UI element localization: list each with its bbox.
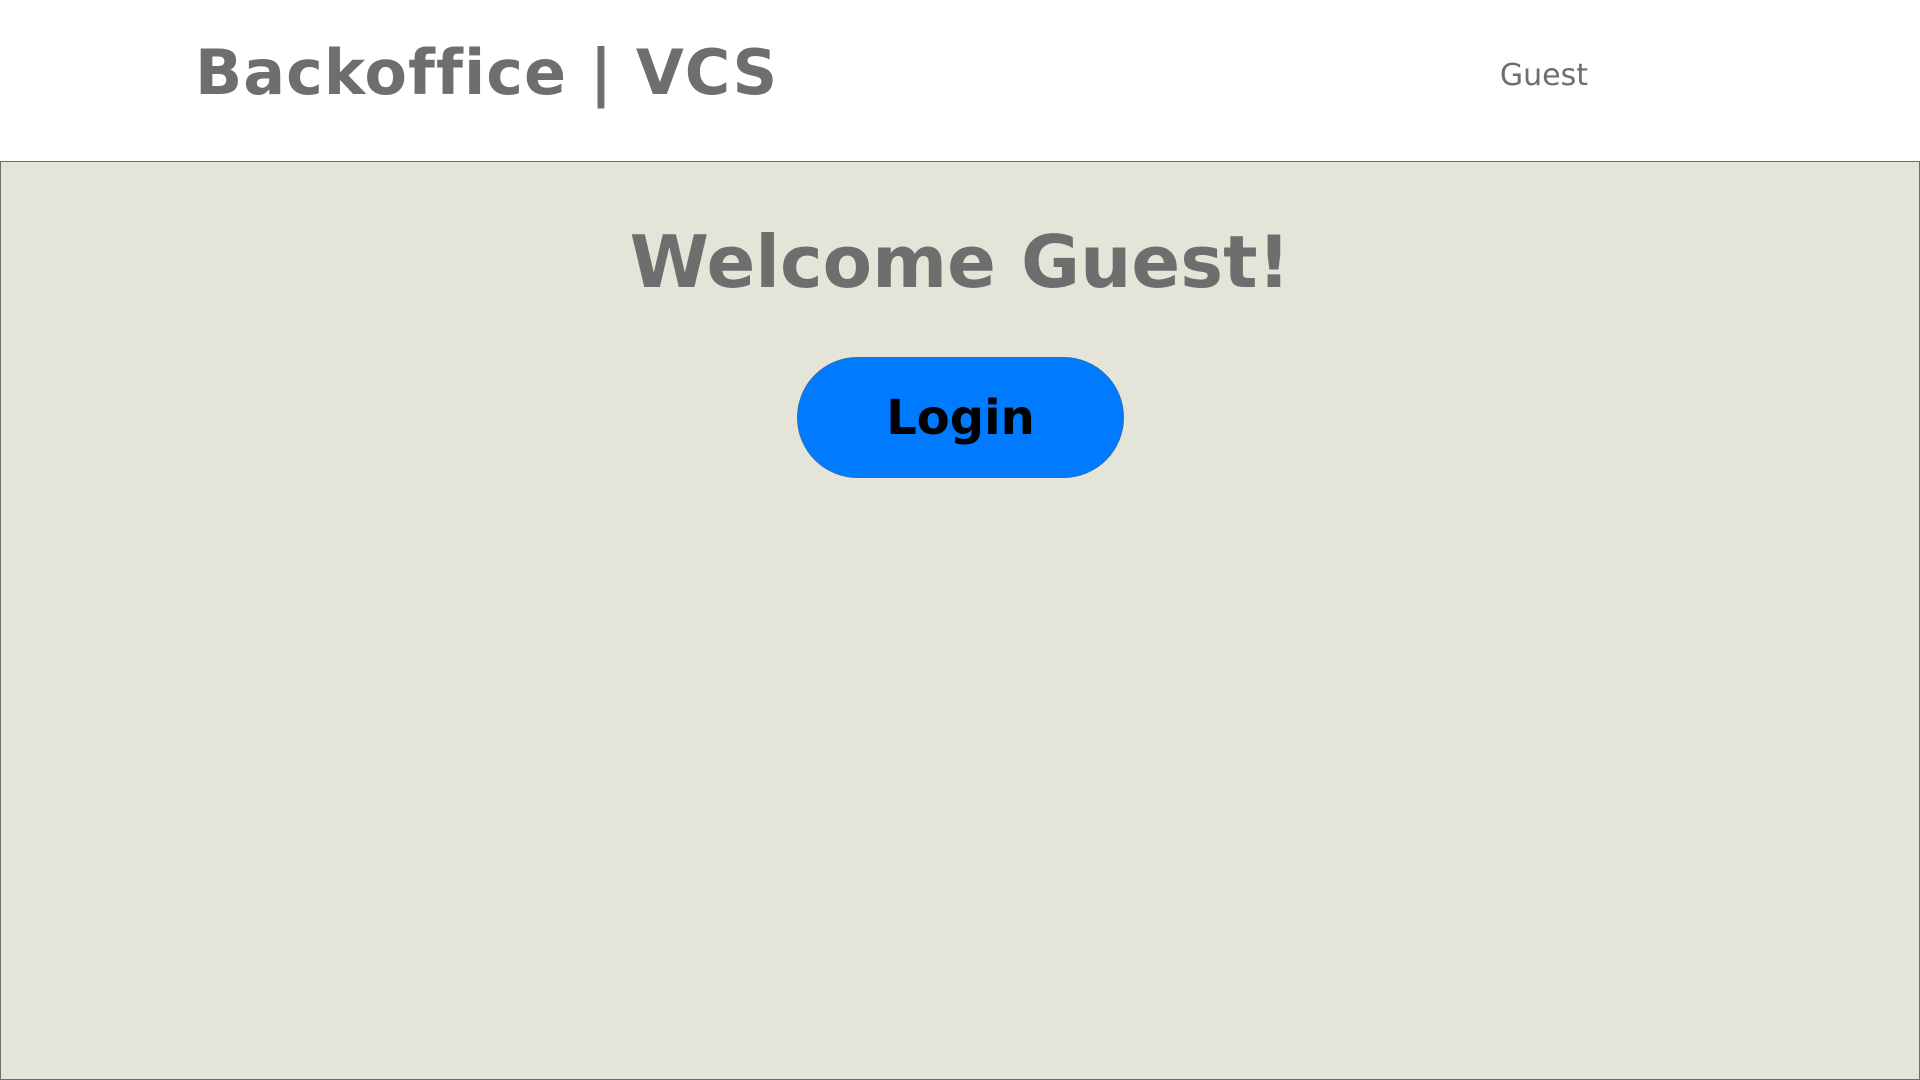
header: Backoffice | VCS Guest (0, 0, 1920, 161)
user-name[interactable]: Guest (1500, 58, 1588, 93)
welcome-heading: Welcome Guest! (629, 220, 1291, 304)
login-button[interactable]: Login (797, 357, 1124, 478)
brand-title[interactable]: Backoffice | VCS (195, 36, 778, 109)
main-content: Welcome Guest! Login (0, 161, 1920, 1080)
